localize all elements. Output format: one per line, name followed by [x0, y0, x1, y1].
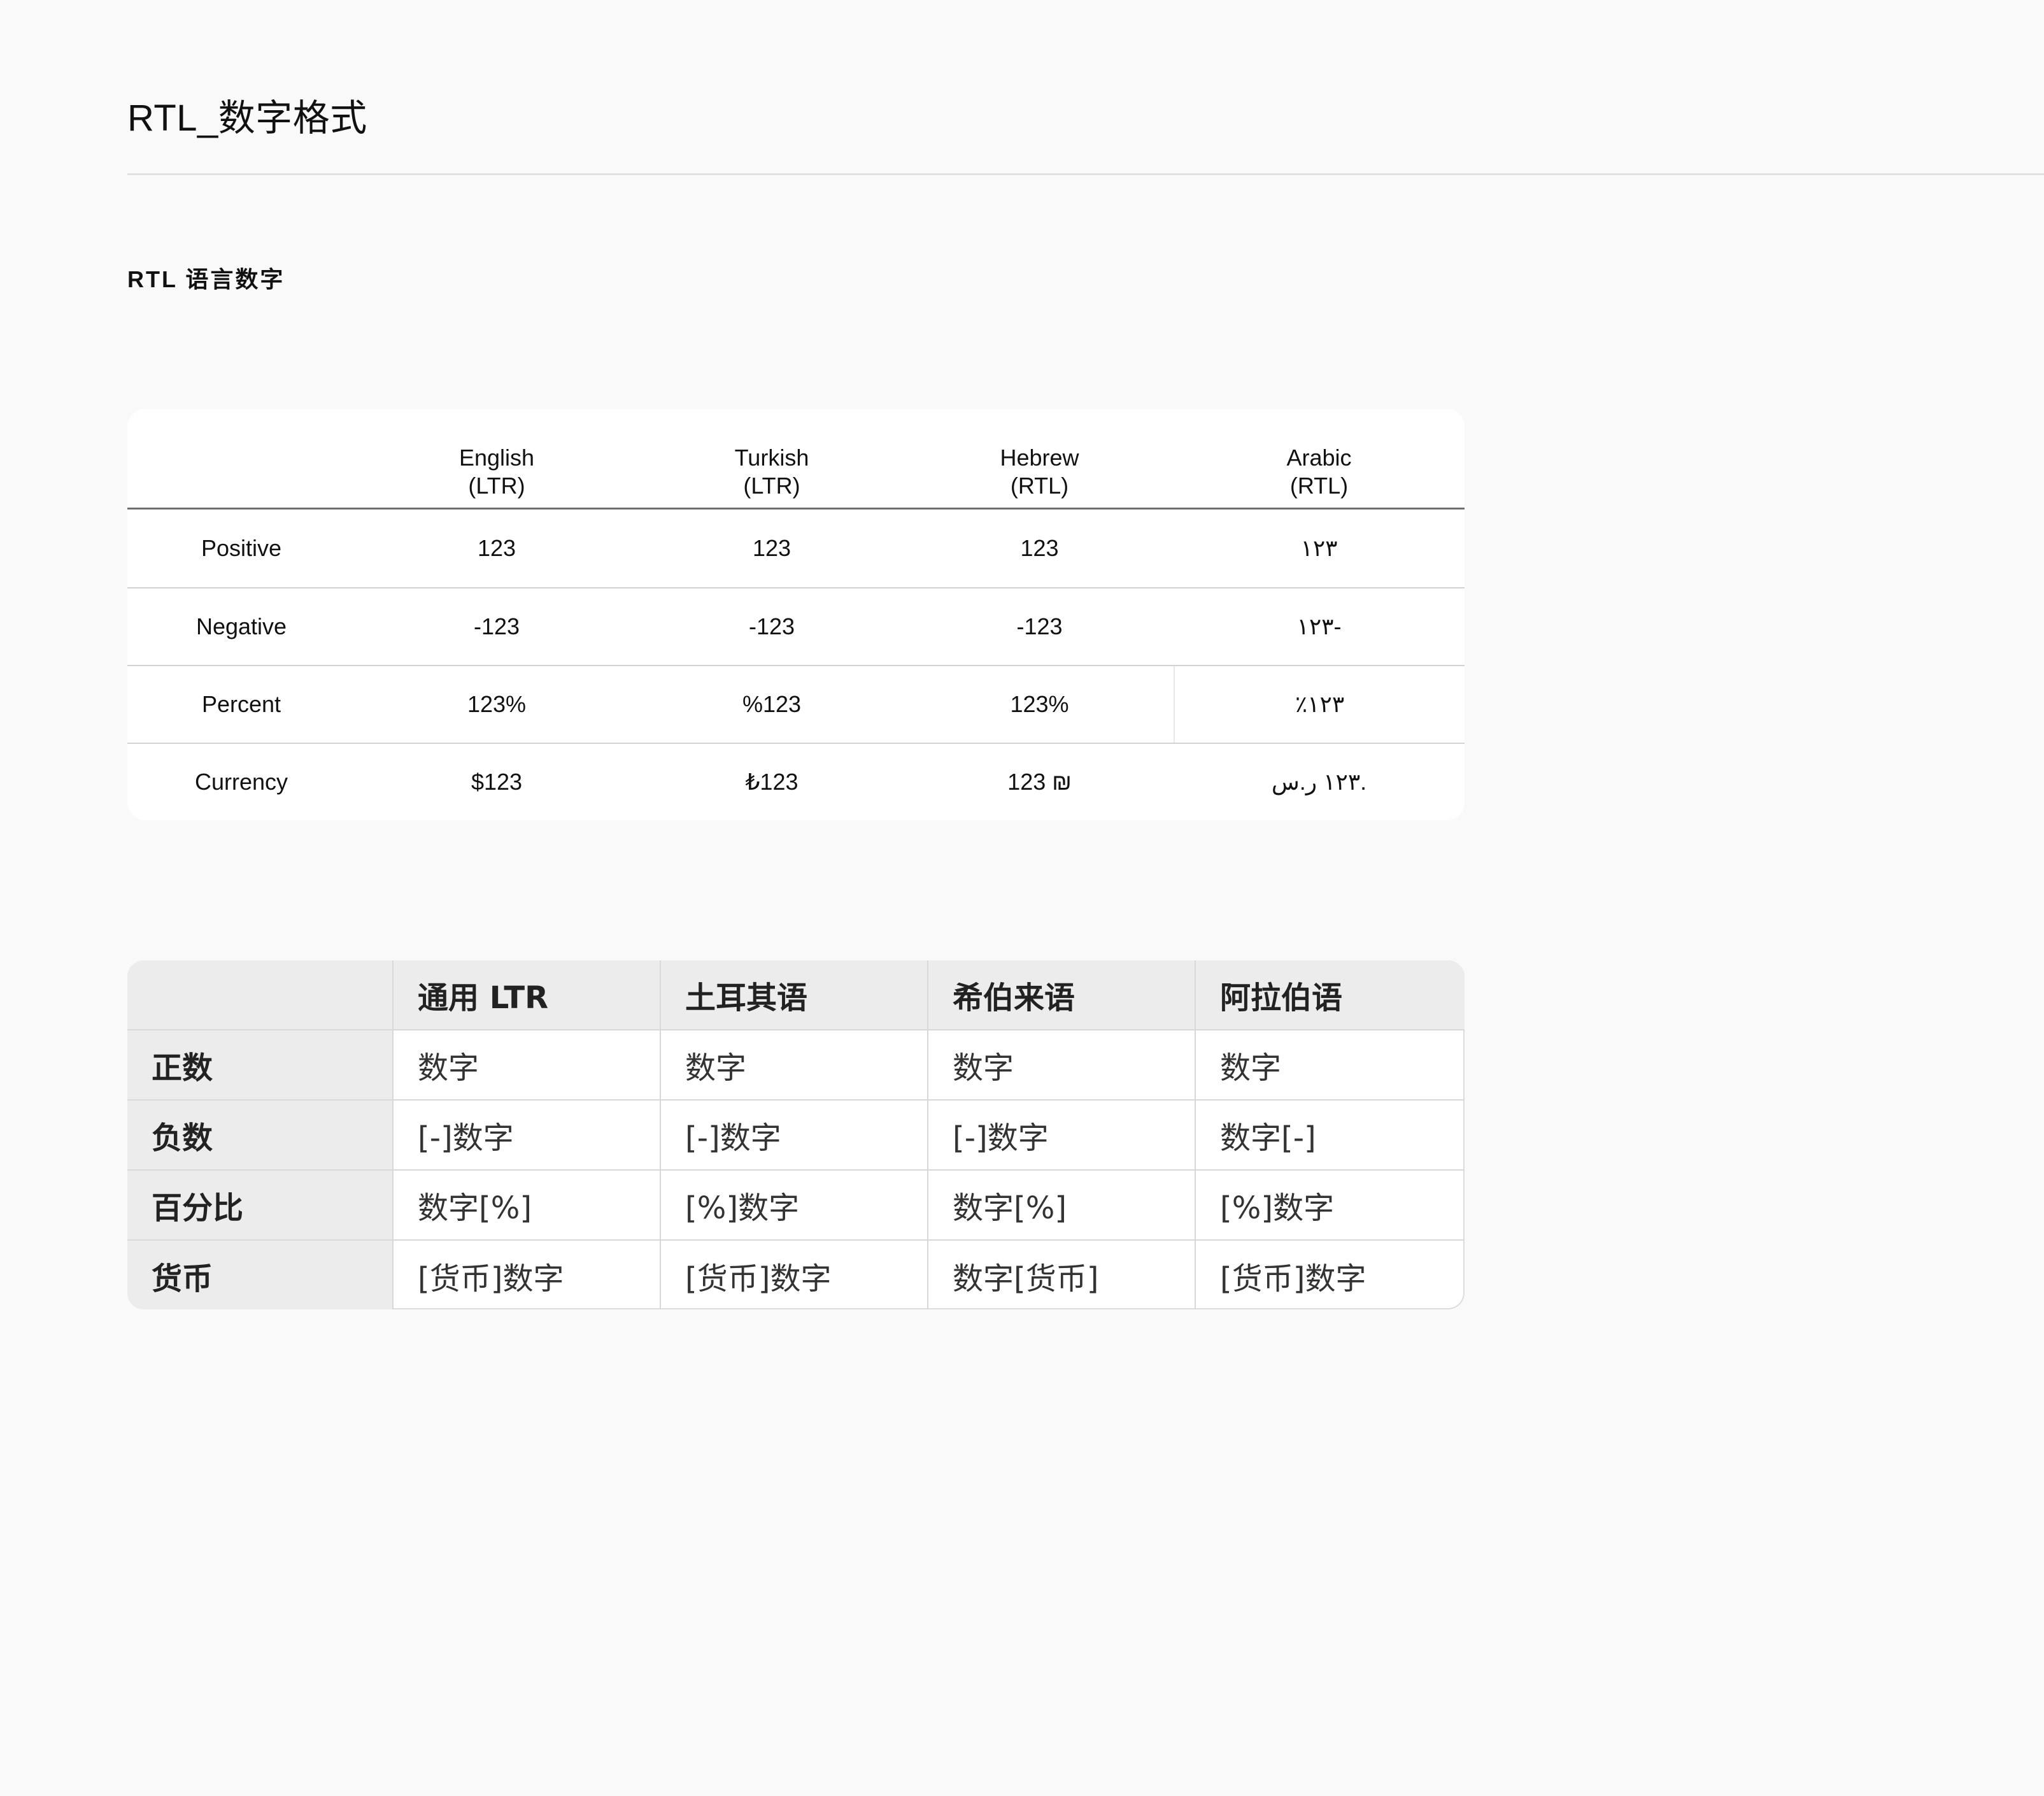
title-divider — [127, 173, 2044, 175]
table-header-row: English (LTR) Turkish (LTR) Hebrew (RTL)… — [127, 409, 1465, 510]
cell-turkish: [-]数字 — [661, 1101, 928, 1171]
cell-hebrew: 123 — [1020, 535, 1059, 561]
table-header-row: 通用 LTR 土耳其语 希伯来语 阿拉伯语 — [127, 960, 1465, 1030]
cell-hebrew: 数字[%] — [928, 1171, 1196, 1241]
cell-hebrew: -123 — [1016, 613, 1063, 639]
header-lang: Turkish — [734, 444, 809, 471]
header-cell-arabic: Arabic (RTL) — [1174, 409, 1465, 508]
row-label: 负数 — [127, 1101, 394, 1171]
cell-ltr: [货币]数字 — [394, 1241, 661, 1309]
table-row: 百分比 数字[%] [%]数字 数字[%] [%]数字 — [127, 1171, 1465, 1241]
cell-arabic: 数字 — [1196, 1030, 1465, 1101]
section-heading: RTL 语言数字 — [127, 266, 285, 292]
table-row: 负数 [-]数字 [-]数字 [-]数字 数字[-] — [127, 1101, 1465, 1171]
header-cell-empty — [127, 960, 394, 1030]
number-pattern-table: 通用 LTR 土耳其语 希伯来语 阿拉伯语 正数 数字 数字 数字 数字 负数 … — [127, 960, 1465, 1309]
header-cell-turkish: Turkish (LTR) — [638, 409, 905, 508]
row-label: 百分比 — [127, 1171, 394, 1241]
cell-hebrew: 123% — [1010, 691, 1069, 717]
header-direction: (LTR) — [743, 472, 800, 499]
table-row: Positive 123 123 123 ١٢٣ — [127, 510, 1465, 587]
header-cell-arabic: 阿拉伯语 — [1196, 960, 1465, 1030]
table-row: Currency $123 ₺123 123 ₪ ١٢٣ ر.س. — [127, 743, 1465, 820]
table-row: Percent 123% %123 123% ٪١٢٣ — [127, 665, 1465, 743]
header-direction: (RTL) — [1289, 472, 1349, 499]
row-label: 货币 — [127, 1241, 394, 1309]
row-label: Negative — [195, 613, 287, 639]
cell-english: 123% — [467, 691, 527, 717]
table-row: Negative -123 -123 -123 ١٢٣- — [127, 587, 1465, 665]
cell-arabic: [%]数字 — [1196, 1171, 1465, 1241]
table-row: 货币 [货币]数字 [货币]数字 数字[货币] [货币]数字 — [127, 1241, 1465, 1309]
cell-arabic: ٪١٢٣ — [1174, 666, 1465, 743]
cell-ltr: 数字[%] — [394, 1171, 661, 1241]
row-label: Currency — [194, 769, 288, 795]
cell-turkish: [货币]数字 — [661, 1241, 928, 1309]
cell-ltr: 数字 — [394, 1030, 661, 1101]
header-cell-english: English (LTR) — [355, 409, 638, 508]
cell-english: 123 — [477, 535, 516, 561]
cell-turkish: 数字 — [661, 1030, 928, 1101]
cell-hebrew: [-]数字 — [928, 1101, 1196, 1171]
header-direction: (RTL) — [1010, 472, 1069, 499]
cell-arabic: ١٢٣ ر.س. — [1271, 769, 1367, 795]
cell-english: -123 — [473, 613, 520, 639]
header-lang: English — [458, 444, 535, 471]
cell-arabic: 数字[-] — [1196, 1101, 1465, 1171]
cell-arabic: ١٢٣ — [1300, 535, 1338, 561]
header-cell-ltr: 通用 LTR — [394, 960, 661, 1030]
cell-arabic: ١٢٣- — [1296, 613, 1342, 639]
cell-hebrew: 123 ₪ — [1007, 769, 1072, 795]
row-label: Positive — [201, 535, 282, 561]
cell-english: $123 — [471, 769, 523, 795]
number-format-examples-table: English (LTR) Turkish (LTR) Hebrew (RTL)… — [127, 409, 1465, 820]
page-title: RTL_数字格式 — [127, 97, 367, 139]
header-direction: (LTR) — [468, 472, 525, 499]
header-lang: Arabic — [1286, 444, 1352, 471]
header-cell-turkish: 土耳其语 — [661, 960, 928, 1030]
cell-hebrew: 数字[货币] — [928, 1241, 1196, 1309]
header-cell-hebrew: 希伯来语 — [928, 960, 1196, 1030]
header-lang: Hebrew — [1000, 444, 1079, 471]
row-label: Percent — [201, 691, 281, 717]
row-label: 正数 — [127, 1030, 394, 1101]
cell-turkish: ₺123 — [745, 769, 798, 795]
cell-turkish: %123 — [742, 691, 802, 717]
cell-arabic: [货币]数字 — [1220, 1261, 1366, 1297]
header-cell-empty — [127, 409, 355, 508]
cell-turkish: [%]数字 — [661, 1171, 928, 1241]
cell-turkish: -123 — [748, 613, 795, 639]
table-row: 正数 数字 数字 数字 数字 — [127, 1030, 1465, 1101]
cell-ltr: [-]数字 — [394, 1101, 661, 1171]
cell-hebrew: 数字 — [928, 1030, 1196, 1101]
header-cell-hebrew: Hebrew (RTL) — [905, 409, 1174, 508]
cell-turkish: 123 — [752, 535, 791, 561]
